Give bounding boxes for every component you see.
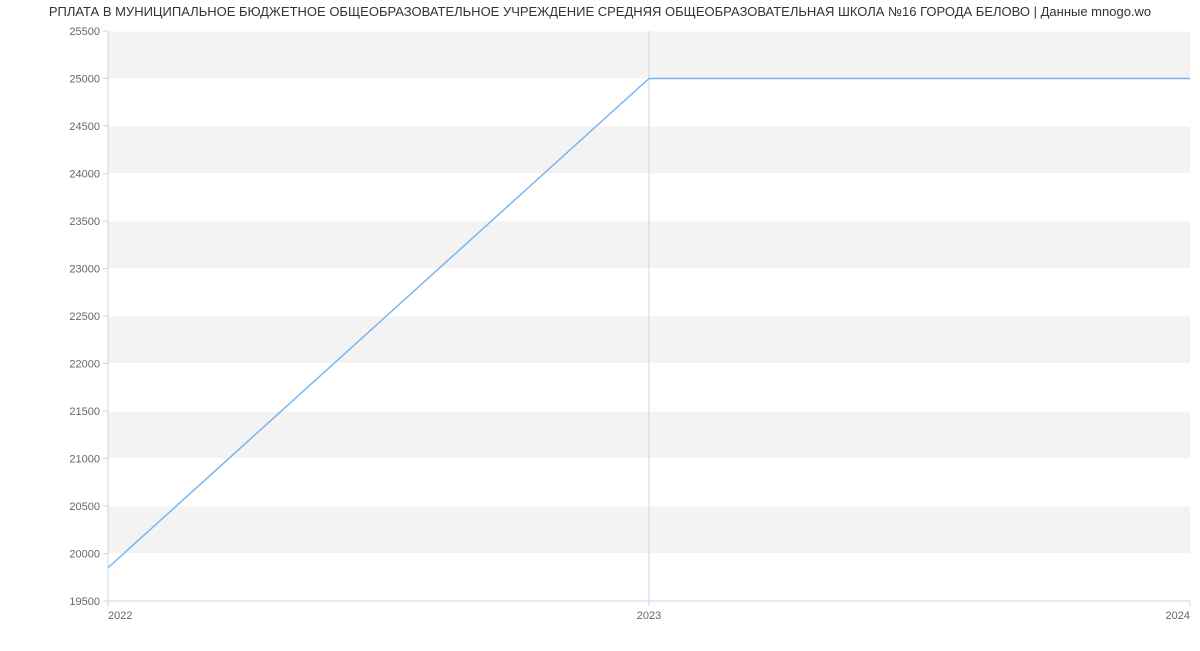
chart-title: РПЛАТА В МУНИЦИПАЛЬНОЕ БЮДЖЕТНОЕ ОБЩЕОБР… — [0, 0, 1200, 21]
x-tick-label: 2023 — [637, 610, 661, 622]
x-tick-label: 2022 — [108, 610, 132, 622]
y-tick-label: 20000 — [69, 549, 100, 561]
y-tick-label: 22500 — [69, 311, 100, 323]
chart-area: 19500 20000 20500 21000 21500 22000 22500 23000… — [0, 21, 1200, 651]
y-tick-label: 21500 — [69, 406, 100, 418]
y-tick-label: 25500 — [69, 26, 100, 38]
y-tick-label: 25000 — [69, 74, 100, 86]
y-tick-label: 24000 — [69, 169, 100, 181]
y-tick-label: 19500 — [69, 596, 100, 608]
y-tick-label: 23000 — [69, 264, 100, 276]
y-tick-label: 21000 — [69, 454, 100, 466]
y-tick-label: 22000 — [69, 359, 100, 371]
y-tick-label: 23500 — [69, 216, 100, 228]
y-tick-label: 24500 — [69, 121, 100, 133]
x-tick-label: 2024 — [1166, 610, 1190, 622]
y-tick-label: 20500 — [69, 501, 100, 513]
